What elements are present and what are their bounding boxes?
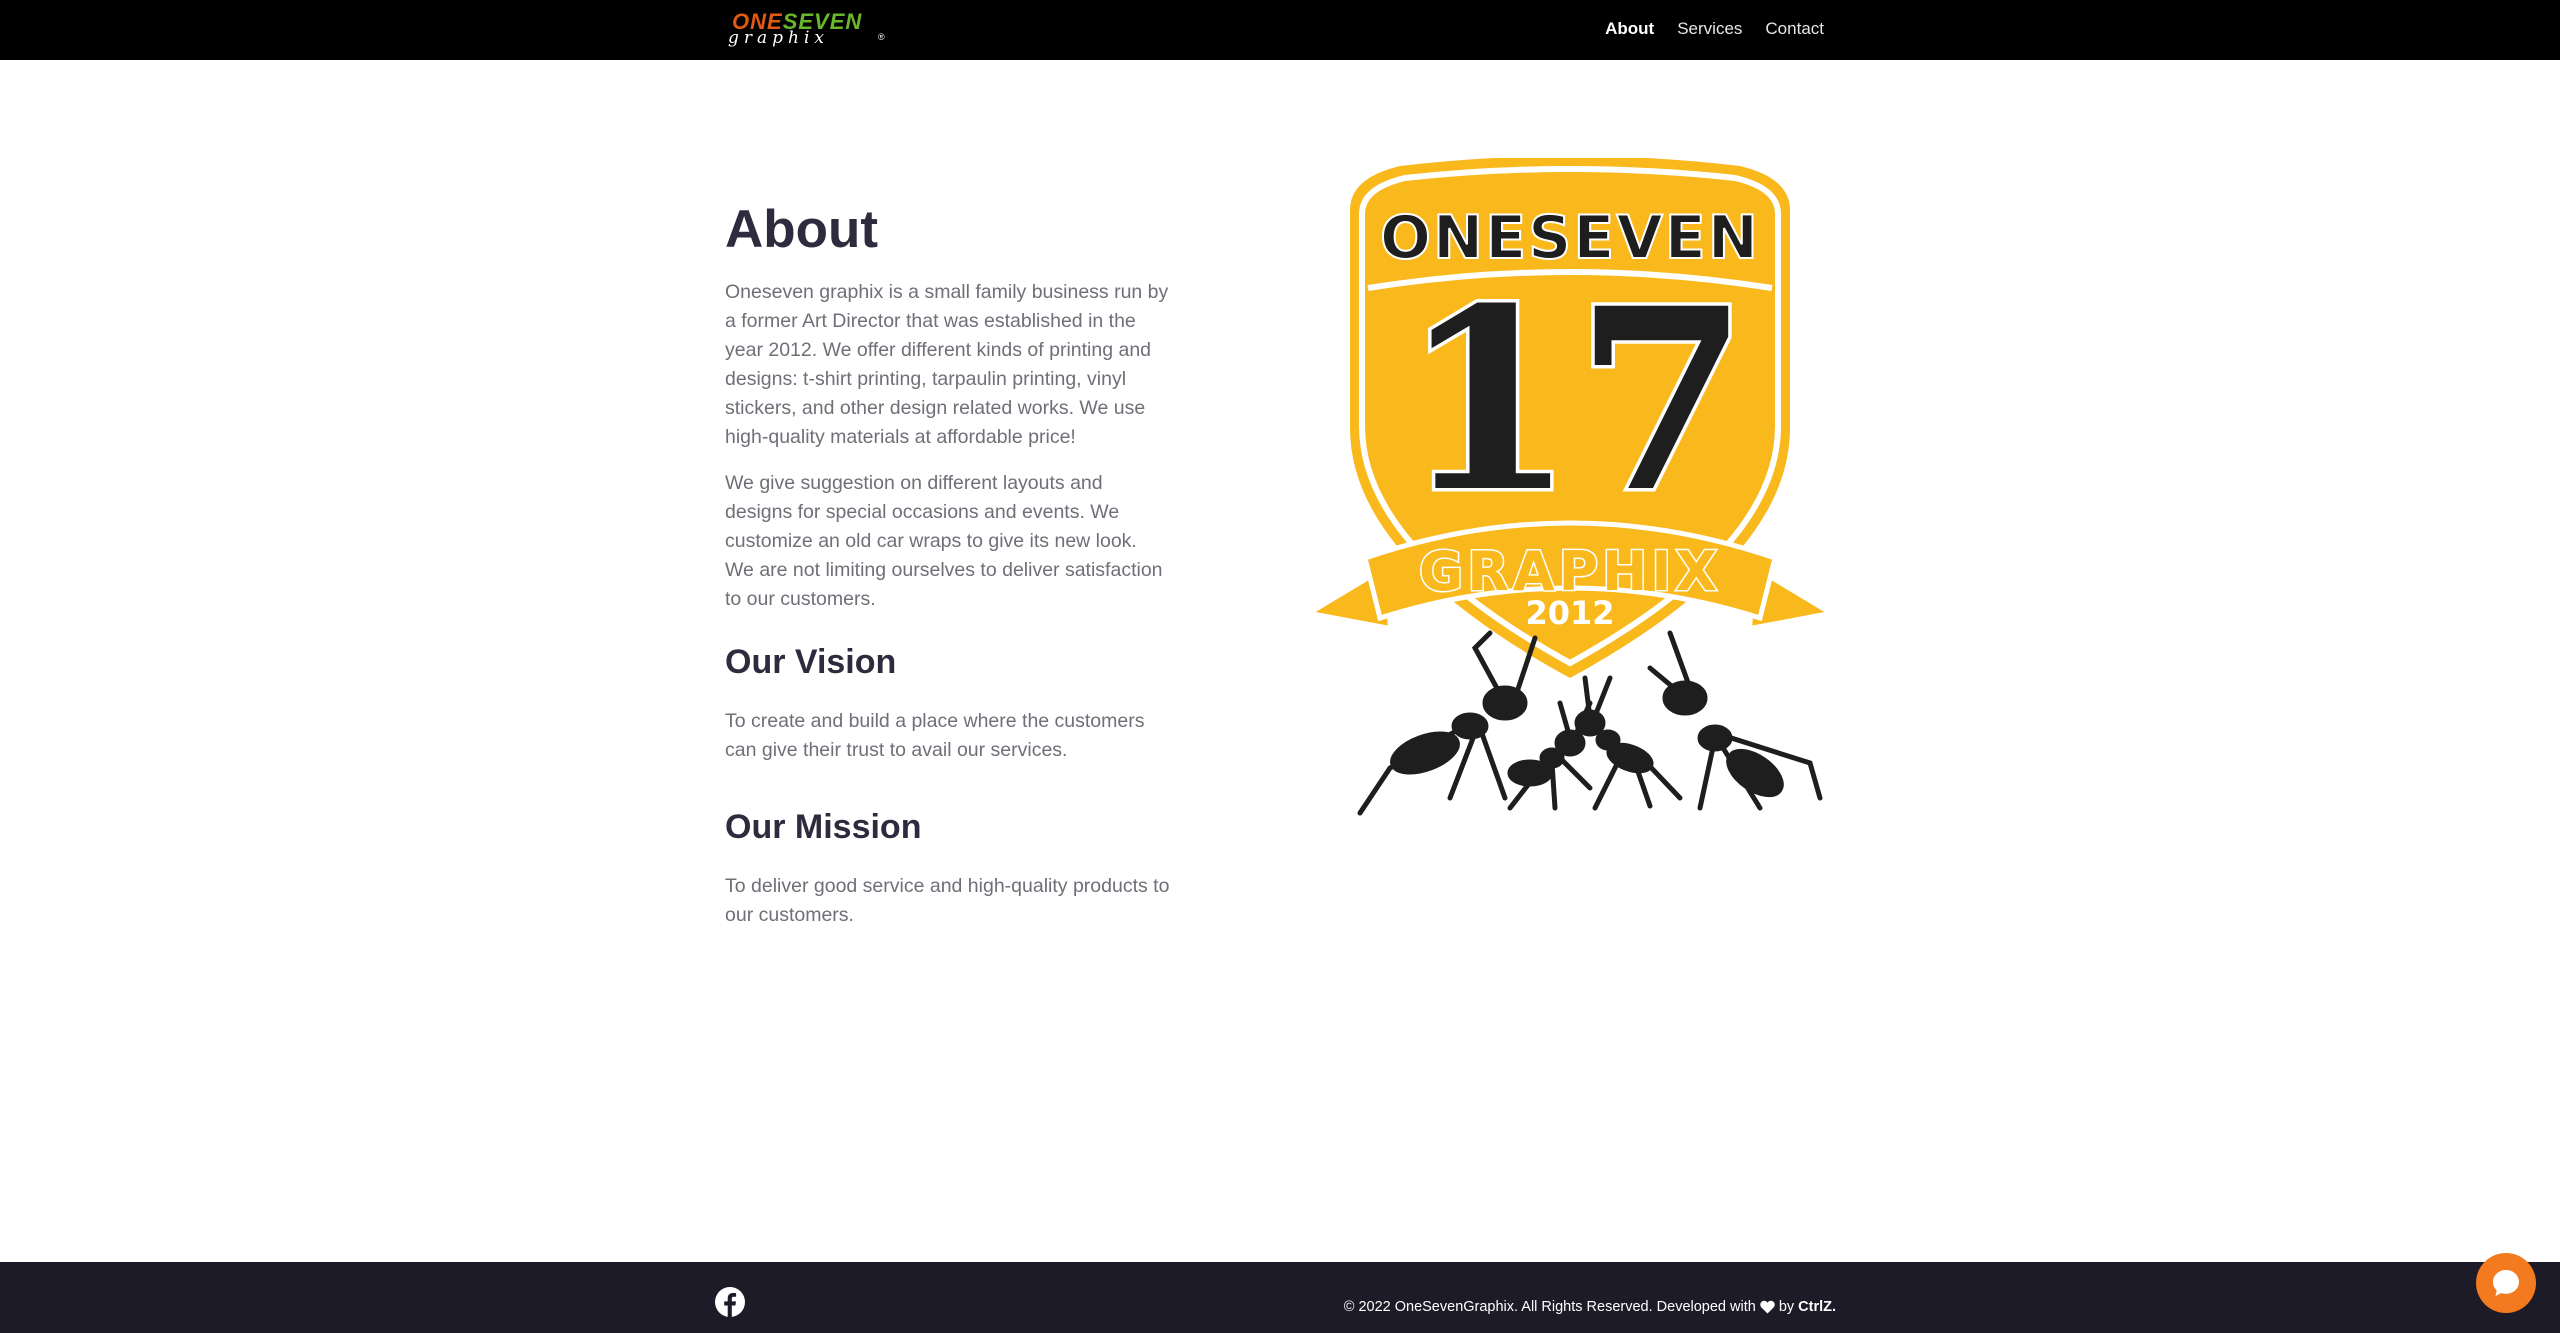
mission-text: To deliver good service and high-quality… <box>725 875 1170 926</box>
top-navbar: ONESEVEN graphix ® About Services Contac… <box>0 0 2560 60</box>
emblem-number: 17 <box>1401 253 1749 547</box>
site-logo[interactable]: ONESEVEN graphix ® <box>728 9 886 48</box>
about-paragraph-2: We give suggestion on different layouts … <box>725 472 1163 610</box>
nav-link-about[interactable]: About <box>1605 19 1654 39</box>
chat-widget-button[interactable] <box>2476 1253 2536 1313</box>
oneseven-emblem: ONESEVEN 17 GRAPHIX 2012 <box>1304 158 1836 816</box>
nav-link-contact[interactable]: Contact <box>1765 19 1824 39</box>
by-text: by <box>1778 1299 1795 1315</box>
page-title: About <box>725 200 879 259</box>
developer-link[interactable]: CtrlZ. <box>1798 1298 1836 1316</box>
copyright-prefix: © 2022 OneSevenGraphix. All Rights Reser… <box>1343 1299 1756 1315</box>
heart-icon <box>1760 1300 1775 1314</box>
nav-link-services[interactable]: Services <box>1677 19 1742 39</box>
facebook-icon[interactable] <box>714 1286 746 1318</box>
mission-heading: Our Mission <box>725 808 922 846</box>
registered-mark: ® <box>878 32 885 42</box>
about-section: About Oneseven graphix is a small family… <box>725 198 1170 930</box>
vision-heading: Our Vision <box>725 643 897 681</box>
site-footer: © 2022 OneSevenGraphix. All Rights Reser… <box>0 1262 2560 1333</box>
logo-subtitle: graphix <box>728 28 829 48</box>
copyright-text: © 2022 OneSevenGraphix. All Rights Reser… <box>1344 1298 1836 1316</box>
vision-text: To create and build a place where the cu… <box>725 710 1145 761</box>
emblem-year: 2012 <box>1525 594 1614 632</box>
main-nav: About Services Contact <box>1605 19 1824 39</box>
about-paragraph-1: Oneseven graphix is a small family busin… <box>725 281 1169 448</box>
chat-bubble-icon <box>2493 1270 2519 1296</box>
